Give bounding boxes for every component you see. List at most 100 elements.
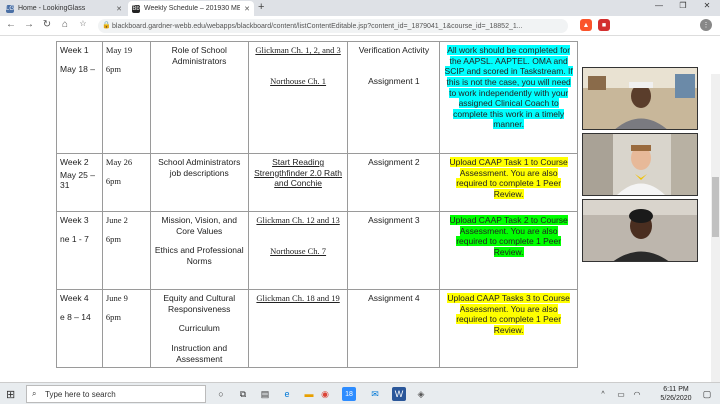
session-date: June 9 <box>105 293 128 303</box>
week-dates: May 25 – 31 <box>60 169 95 191</box>
participant-video <box>583 134 697 195</box>
chrome-icon[interactable]: ◉ <box>318 387 332 401</box>
activity-cell: Assignment 4 <box>347 288 441 369</box>
assignment-notes: Upload CAAP Task 2 to Course Assessment.… <box>449 215 568 257</box>
reading-link[interactable]: Northouse Ch. 7 <box>252 246 345 257</box>
participant-video <box>583 68 697 129</box>
reading-link[interactable]: Glickman Ch. 12 and 13 <box>252 215 345 226</box>
lock-icon: 🔒 <box>102 22 111 29</box>
cortana-icon[interactable]: ○ <box>214 387 228 401</box>
minimize-button[interactable]: — <box>646 1 672 10</box>
week-cell: Week 3 ne 1 - 7 <box>56 211 103 290</box>
topic-text: Curriculum <box>178 323 220 334</box>
reading-cell: Glickman Ch. 18 and 19 <box>247 288 349 369</box>
reload-icon[interactable]: ↻ <box>40 19 54 30</box>
activity-cell: Assignment 3 <box>347 211 441 290</box>
task-view-icon[interactable]: ⧉ <box>236 387 250 401</box>
notes-cell: Upload CAAP Task 2 to Course Assessment.… <box>439 211 578 290</box>
extension-icon[interactable]: ■ <box>598 19 610 31</box>
page-content: Week 1 May 18 – May 19 6pm Role of School Ad… <box>0 37 720 382</box>
video-tile-3[interactable] <box>582 199 698 262</box>
weekly-schedule-table: Week 1 May 18 – May 19 6pm Role of School Ad… <box>56 41 578 369</box>
reading-link[interactable]: Glickman Ch. 1, 2, and 3 <box>252 45 345 56</box>
table-row: Week 4 e 8 – 14 June 9 6pm Equity and Cultur… <box>56 288 578 369</box>
table-row: Week 3 ne 1 - 7 June 2 6pm Mission, Vision, … <box>56 211 578 290</box>
session-time: 6pm <box>105 233 122 244</box>
week-label: Week 2 <box>60 157 89 167</box>
blackboard-favicon-icon: Bb <box>132 4 140 13</box>
taskbar-clock[interactable]: 6:11 PM 5/26/2020 <box>656 385 696 404</box>
assignment-notes: All work should be completed for the AAP… <box>444 45 573 130</box>
activity-text: Assignment 2 <box>368 157 420 167</box>
notes-cell: Upload CAAP Tasks 3 to Course Assessment… <box>439 288 578 369</box>
taskbar-search-box[interactable]: ⌕ Type here to search <box>26 385 206 403</box>
tab-title: Home - LookingGlass <box>18 5 86 12</box>
new-tab-button[interactable]: + <box>258 1 264 13</box>
browser-tab-strip: LG Home - LookingGlass ✕ Bb Weekly Sched… <box>0 0 720 16</box>
zoom-icon[interactable]: 18 <box>342 387 356 401</box>
session-date: May 26 <box>105 157 133 167</box>
activity-text: Verification Activity <box>358 45 430 55</box>
week-label: Week 4 <box>60 293 89 303</box>
notes-cell: Upload CAAP Task 1 to Course Assessment.… <box>439 153 578 212</box>
date-cell: May 26 6pm <box>101 153 151 212</box>
maximize-button[interactable]: ❐ <box>670 1 696 10</box>
week-dates: May 18 – <box>60 63 95 74</box>
video-tile-2[interactable] <box>582 133 698 196</box>
participant-video <box>583 200 697 261</box>
home-icon[interactable]: ⌂ <box>58 19 72 30</box>
forward-icon[interactable]: → <box>22 19 36 30</box>
menu-icon[interactable]: ⋮ <box>700 19 712 31</box>
mail-icon[interactable]: ✉ <box>368 387 382 401</box>
url-text: blackboard.gardner-webb.edu/webapps/blac… <box>112 22 523 30</box>
activity-cell: Verification Activity Assignment 1 <box>347 41 441 154</box>
reading-link[interactable]: Glickman Ch. 18 and 19 <box>252 293 345 304</box>
reading-cell: Start Reading Strengthfinder 2.0 Rath an… <box>247 153 349 212</box>
topic-text: Equity and Cultural Responsiveness <box>163 293 236 314</box>
date-cell: June 9 6pm <box>101 288 151 369</box>
activity-text: Assignment 3 <box>368 215 420 225</box>
reading-link[interactable]: Northouse Ch. 1 <box>252 76 345 87</box>
folder-icon[interactable]: ▬ <box>302 387 316 401</box>
table-row: Week 1 May 18 – May 19 6pm Role of School Ad… <box>56 41 578 154</box>
wifi-icon[interactable]: ◠ <box>630 387 644 401</box>
activity-text: Assignment 4 <box>368 293 420 303</box>
notes-cell: All work should be completed for the AAP… <box>439 41 578 154</box>
notifications-icon[interactable]: ▢ <box>700 387 714 401</box>
tab-weekly-schedule[interactable]: Bb Weekly Schedule – 201930 MELSC ✕ <box>128 1 254 16</box>
topic-cell: Role of School Administrators <box>149 41 249 154</box>
back-icon[interactable]: ← <box>4 19 18 30</box>
windows-start-icon[interactable]: ⊞ <box>6 388 15 401</box>
scrollbar-thumb[interactable] <box>712 177 719 237</box>
clock-time: 6:11 PM <box>663 386 689 393</box>
address-bar[interactable]: 🔒 blackboard.gardner-webb.edu/webapps/bl… <box>98 19 568 33</box>
search-placeholder: Type here to search <box>45 389 116 399</box>
bookmark-icon[interactable]: ☆ <box>76 19 90 28</box>
assignment-notes: Upload CAAP Task 1 to Course Assessment.… <box>449 157 568 199</box>
close-tab-icon[interactable]: ✕ <box>244 5 250 13</box>
app-icon[interactable]: ◈ <box>414 387 428 401</box>
reading-cell: Glickman Ch. 1, 2, and 3 Northouse Ch. 1 <box>247 41 349 154</box>
word-icon[interactable]: W <box>392 387 406 401</box>
activity-text: Assignment 1 <box>368 75 420 86</box>
topic-text: Role of School Administrators <box>171 45 227 66</box>
tab-lookingglass[interactable]: LG Home - LookingGlass ✕ <box>2 1 126 16</box>
topic-cell: School Administrators job descriptions <box>149 153 249 212</box>
week-dates: ne 1 - 7 <box>60 233 89 244</box>
close-window-button[interactable]: ✕ <box>694 1 720 10</box>
brave-shield-icon[interactable]: ▲ <box>580 19 592 31</box>
topic-text: Ethics and Professional Norms <box>154 245 244 266</box>
edge-icon[interactable]: e <box>280 387 294 401</box>
table-row: Week 2 May 25 – 31 May 26 6pm School Adminis… <box>56 153 578 212</box>
reading-link[interactable]: Start Reading Strengthfinder 2.0 Rath an… <box>252 157 345 189</box>
clock-date: 5/26/2020 <box>660 395 692 403</box>
session-date: June 2 <box>105 215 128 225</box>
file-explorer-icon[interactable]: ▤ <box>258 387 272 401</box>
system-tray-icon[interactable]: ^ <box>596 387 610 401</box>
week-cell: Week 1 May 18 – <box>56 41 103 154</box>
topic-cell: Mission, Vision, and Core Values Ethics a… <box>149 211 249 290</box>
lookingglass-favicon-icon: LG <box>6 4 15 13</box>
network-icon[interactable]: ▭ <box>614 387 628 401</box>
close-tab-icon[interactable]: ✕ <box>116 5 122 13</box>
video-tile-1[interactable] <box>582 67 698 130</box>
